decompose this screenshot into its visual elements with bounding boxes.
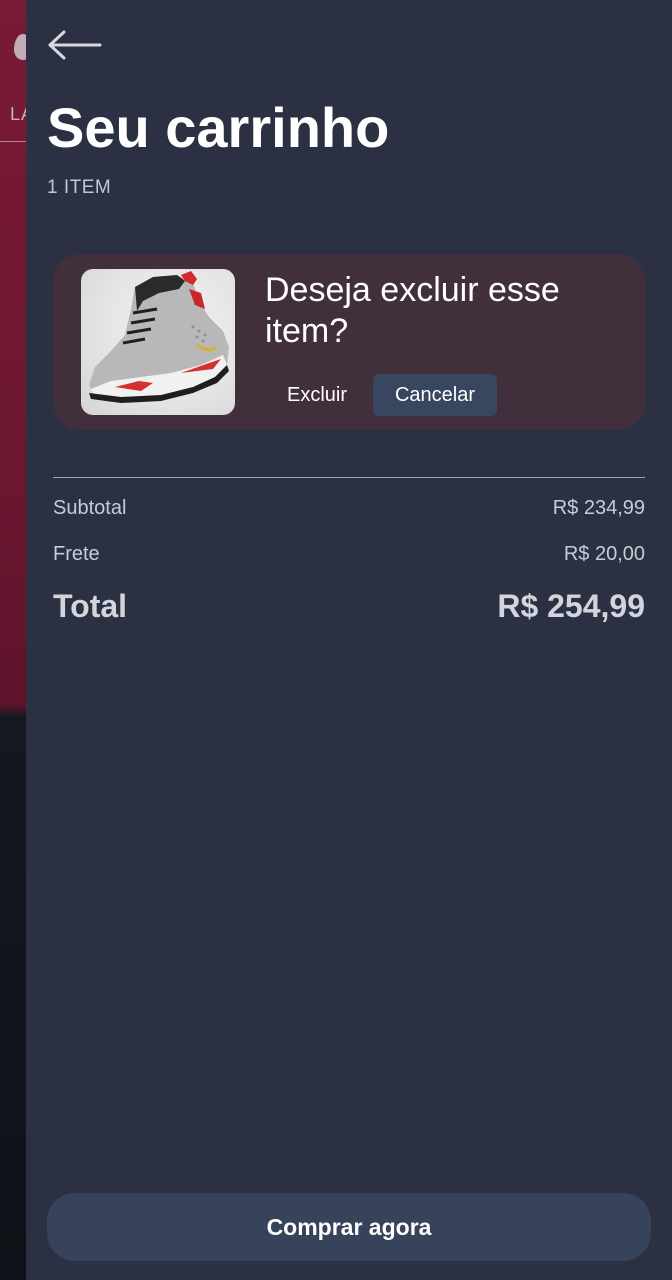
page-title: Seu carrinho bbox=[47, 96, 390, 159]
delete-item-button[interactable]: Excluir bbox=[265, 374, 369, 416]
cart-drawer: Seu carrinho 1 ITEM Deseja excluir esse … bbox=[26, 0, 672, 1280]
back-button[interactable] bbox=[46, 28, 102, 62]
shipping-row: Frete R$ 20,00 bbox=[53, 543, 645, 566]
total-row: Total R$ 254,99 bbox=[53, 588, 645, 625]
delete-confirm-question: Deseja excluir esse item? bbox=[265, 271, 560, 350]
shipping-label: Frete bbox=[53, 543, 100, 565]
arrow-left-icon bbox=[48, 30, 102, 60]
subtotal-row: Subtotal R$ 234,99 bbox=[53, 497, 645, 520]
total-label: Total bbox=[53, 588, 128, 624]
product-image bbox=[81, 269, 235, 415]
total-value: R$ 254,99 bbox=[497, 588, 645, 624]
item-count: 1 ITEM bbox=[47, 177, 112, 198]
cancel-delete-button[interactable]: Cancelar bbox=[373, 374, 497, 416]
sneaker-icon bbox=[89, 271, 229, 403]
summary-divider bbox=[53, 477, 645, 478]
shipping-value: R$ 20,00 bbox=[563, 543, 645, 565]
subtotal-value: R$ 234,99 bbox=[552, 497, 645, 519]
cart-item-card: Deseja excluir esse item? Excluir Cancel… bbox=[53, 254, 645, 430]
subtotal-label: Subtotal bbox=[53, 497, 127, 519]
buy-now-button[interactable]: Comprar agora bbox=[47, 1193, 651, 1261]
